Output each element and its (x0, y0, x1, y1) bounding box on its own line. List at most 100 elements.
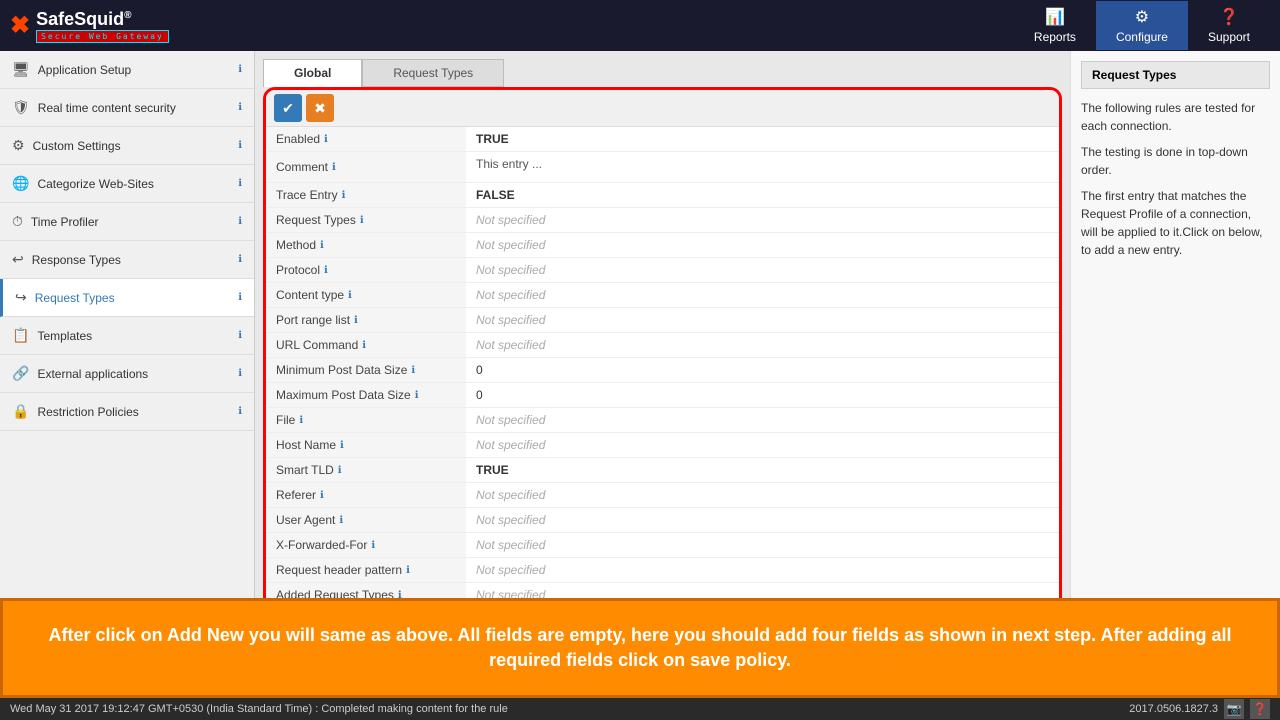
sidebar-label-custom: Custom Settings (33, 139, 121, 153)
categorize-help[interactable]: ℹ (238, 178, 242, 189)
application-setup-help[interactable]: ℹ (238, 64, 242, 75)
field-help-icon[interactable]: ℹ (371, 540, 375, 551)
field-help-icon[interactable]: ℹ (338, 465, 342, 476)
field-help-icon[interactable]: ℹ (320, 490, 324, 501)
restriction-icon: 🔒 (12, 403, 29, 420)
realtime-icon: 🛡 (12, 99, 30, 116)
annotation-text: After click on Add New you will same as … (23, 623, 1257, 673)
field-label: Trace Entry ℹ (266, 183, 466, 208)
field-value: Not specified (466, 483, 1059, 508)
table-row: Method ℹNot specified (266, 233, 1059, 258)
field-help-icon[interactable]: ℹ (299, 415, 303, 426)
external-help[interactable]: ℹ (238, 368, 242, 379)
field-label: Added Request Types ℹ (266, 583, 466, 599)
field-help-icon[interactable]: ℹ (354, 315, 358, 326)
field-label: Referer ℹ (266, 483, 466, 508)
table-row: Request Types ℹNot specified (266, 208, 1059, 233)
field-help-icon[interactable]: ℹ (415, 390, 419, 401)
sidebar-item-restriction[interactable]: 🔒 Restriction Policies ℹ (0, 393, 254, 431)
sidebar-label-response: Response Types (32, 253, 121, 267)
field-help-icon[interactable]: ℹ (324, 265, 328, 276)
table-row: File ℹNot specified (266, 408, 1059, 433)
field-value: TRUE (466, 458, 1059, 483)
restriction-help[interactable]: ℹ (238, 406, 242, 417)
logo-subtitle: Secure Web Gateway (36, 30, 169, 43)
sidebar-item-request-types[interactable]: ↪ Request Types ℹ (0, 279, 254, 317)
field-value: Not specified (466, 408, 1059, 433)
logo-title: SafeSquid® (36, 9, 169, 30)
field-help-icon[interactable]: ℹ (324, 134, 328, 145)
annotation-bar: After click on Add New you will same as … (0, 598, 1280, 698)
sidebar-item-realtime-content[interactable]: 🛡 Real time content security ℹ (0, 89, 254, 127)
field-label: Protocol ℹ (266, 258, 466, 283)
field-value: FALSE (466, 183, 1059, 208)
right-panel: Request Types The following rules are te… (1070, 51, 1280, 598)
table-row: Maximum Post Data Size ℹ0 (266, 383, 1059, 408)
templates-help[interactable]: ℹ (238, 330, 242, 341)
field-value: Not specified (466, 258, 1059, 283)
sidebar-item-templates[interactable]: 📋 Templates ℹ (0, 317, 254, 355)
support-label: Support (1208, 30, 1250, 44)
realtime-help[interactable]: ℹ (238, 102, 242, 113)
table-row: X-Forwarded-For ℹNot specified (266, 533, 1059, 558)
table-row: Enabled ℹTRUE (266, 127, 1059, 152)
check-button[interactable]: ✔ (274, 94, 302, 122)
sidebar-item-categorize[interactable]: 🌐 Categorize Web-Sites ℹ (0, 165, 254, 203)
logo-text: SafeSquid® Secure Web Gateway (36, 9, 169, 43)
sidebar-label-categorize: Categorize Web-Sites (37, 177, 154, 191)
field-help-icon[interactable]: ℹ (340, 440, 344, 451)
cross-button[interactable]: ✖ (306, 94, 334, 122)
table-row: Added Request Types ℹNot specified (266, 583, 1059, 599)
sidebar-item-response-types[interactable]: ↩ Response Types ℹ (0, 241, 254, 279)
field-value: Not specified (466, 433, 1059, 458)
field-help-icon[interactable]: ℹ (332, 162, 336, 173)
nav-configure[interactable]: ⚙ Configure (1096, 1, 1188, 50)
data-table-container: ✔ ✖ Enabled ℹTRUEComment ℹThis entry ...… (263, 87, 1062, 598)
table-row: Host Name ℹNot specified (266, 433, 1059, 458)
field-help-icon[interactable]: ℹ (348, 290, 352, 301)
tab-global[interactable]: Global (263, 59, 362, 87)
field-help-icon[interactable]: ℹ (320, 240, 324, 251)
status-bar: Wed May 31 2017 19:12:47 GMT+0530 (India… (0, 698, 1280, 720)
tab-request-types[interactable]: Request Types (362, 59, 504, 87)
field-help-icon[interactable]: ℹ (360, 215, 364, 226)
field-label: URL Command ℹ (266, 333, 466, 358)
sidebar-item-custom-settings[interactable]: ⚙ Custom Settings ℹ (0, 127, 254, 165)
nav-reports[interactable]: 📊 Reports (1014, 1, 1096, 50)
field-label: Minimum Post Data Size ℹ (266, 358, 466, 383)
screenshot-button[interactable]: 📷 (1224, 699, 1244, 719)
sidebar-item-external[interactable]: 🔗 External applications ℹ (0, 355, 254, 393)
configure-label: Configure (1116, 30, 1168, 44)
sidebar-label-application-setup: Application Setup (38, 63, 131, 77)
configure-icon: ⚙ (1135, 7, 1149, 27)
time-help[interactable]: ℹ (238, 216, 242, 227)
status-message: Wed May 31 2017 19:12:47 GMT+0530 (India… (10, 703, 508, 715)
request-help[interactable]: ℹ (238, 292, 242, 303)
table-row: Content type ℹNot specified (266, 283, 1059, 308)
sidebar-label-request: Request Types (35, 291, 115, 305)
field-label: Maximum Post Data Size ℹ (266, 383, 466, 408)
response-help[interactable]: ℹ (238, 254, 242, 265)
reports-icon: 📊 (1045, 7, 1065, 27)
field-value: Not specified (466, 558, 1059, 583)
table-row: Protocol ℹNot specified (266, 258, 1059, 283)
time-profiler-icon: ⏱ (12, 213, 23, 230)
field-help-icon[interactable]: ℹ (411, 365, 415, 376)
field-help-icon[interactable]: ℹ (398, 590, 402, 599)
field-help-icon[interactable]: ℹ (362, 340, 366, 351)
sidebar-item-time-profiler[interactable]: ⏱ Time Profiler ℹ (0, 203, 254, 241)
field-help-icon[interactable]: ℹ (342, 190, 346, 201)
field-help-icon[interactable]: ℹ (406, 565, 410, 576)
help-button[interactable]: ❓ (1250, 699, 1270, 719)
custom-help[interactable]: ℹ (238, 140, 242, 151)
field-help-icon[interactable]: ℹ (339, 515, 343, 526)
table-row: Referer ℹNot specified (266, 483, 1059, 508)
table-row: Minimum Post Data Size ℹ0 (266, 358, 1059, 383)
nav-support[interactable]: ❓ Support (1188, 1, 1270, 50)
field-label: Enabled ℹ (266, 127, 466, 152)
sidebar-item-application-setup[interactable]: 🖥 Application Setup ℹ (0, 51, 254, 89)
field-label: Method ℹ (266, 233, 466, 258)
sidebar-label-realtime: Real time content security (38, 101, 176, 115)
sidebar-label-restriction: Restriction Policies (37, 405, 138, 419)
field-value[interactable]: This entry ... (466, 152, 1059, 183)
